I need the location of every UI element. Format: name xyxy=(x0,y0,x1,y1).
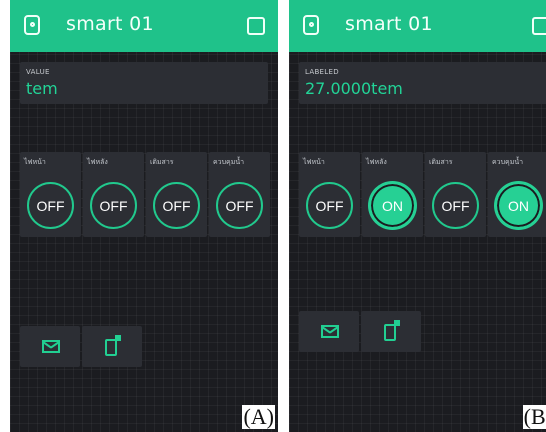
toggle-button[interactable]: OFF xyxy=(432,182,479,229)
figure-caption: (A) xyxy=(242,404,275,429)
app-header: smart 01 xyxy=(10,0,278,52)
switch-label: ไฟหลัง xyxy=(87,158,108,166)
switch-add-substance: เติมสาร OFF xyxy=(425,152,486,237)
value-display-value: 27.0000tem xyxy=(305,79,403,98)
project-title: smart 01 xyxy=(66,13,154,35)
email-widget[interactable] xyxy=(299,311,359,352)
switch-water-control: ควบคุมน้ำ ON xyxy=(488,152,546,237)
switch-add-substance: เติมสาร OFF xyxy=(146,152,207,237)
email-widget[interactable] xyxy=(20,326,80,367)
notification-icon xyxy=(384,320,400,341)
switch-label: ไฟหน้า xyxy=(303,158,325,166)
notification-icon xyxy=(105,335,121,356)
device-icon[interactable] xyxy=(24,15,40,35)
mail-icon xyxy=(321,325,339,338)
value-display-label: VALUE xyxy=(26,68,50,76)
figure-caption: (B) xyxy=(522,405,546,429)
switch-row: ไฟหน้า OFF ไฟหลัง OFF เติมสาร OFF ควบคุม… xyxy=(20,152,270,237)
switch-row: ไฟหน้า OFF ไฟหลัง ON เติมสาร OFF ควบคุมน… xyxy=(299,152,546,237)
toggle-button[interactable]: ON xyxy=(495,182,542,229)
screen-a: smart 01 VALUE tem ไฟหน้า OFF ไฟหลัง OFF… xyxy=(10,0,278,432)
toggle-button[interactable]: OFF xyxy=(153,182,200,229)
square-icon[interactable] xyxy=(247,17,265,35)
notification-widget[interactable] xyxy=(82,326,142,367)
project-title: smart 01 xyxy=(345,13,433,35)
switch-rear-light: ไฟหลัง ON xyxy=(362,152,423,237)
switch-label: เติมสาร xyxy=(429,158,453,166)
labeled-value-display[interactable]: LABELED 27.0000tem xyxy=(299,62,546,104)
toggle-button[interactable]: OFF xyxy=(216,182,263,229)
value-display-label: LABELED xyxy=(305,68,339,76)
switch-front-light: ไฟหน้า OFF xyxy=(20,152,81,237)
toggle-button[interactable]: OFF xyxy=(90,182,137,229)
mail-icon xyxy=(42,340,60,353)
switch-label: เติมสาร xyxy=(150,158,174,166)
toggle-button[interactable]: OFF xyxy=(306,182,353,229)
toggle-button[interactable]: OFF xyxy=(27,182,74,229)
toggle-button[interactable]: ON xyxy=(369,182,416,229)
screen-b: smart 01 LABELED 27.0000tem ไฟหน้า OFF ไ… xyxy=(289,0,546,432)
switch-water-control: ควบคุมน้ำ OFF xyxy=(209,152,270,237)
switch-label: ควบคุมน้ำ xyxy=(213,158,245,166)
value-display-value: tem xyxy=(26,79,58,98)
switch-label: ไฟหน้า xyxy=(24,158,46,166)
notification-widget[interactable] xyxy=(361,311,421,352)
switch-label: ควบคุมน้ำ xyxy=(492,158,524,166)
square-icon[interactable] xyxy=(532,17,546,35)
switch-label: ไฟหลัง xyxy=(366,158,387,166)
switch-front-light: ไฟหน้า OFF xyxy=(299,152,360,237)
device-icon[interactable] xyxy=(303,15,319,35)
app-header: smart 01 xyxy=(289,0,546,52)
value-display[interactable]: VALUE tem xyxy=(20,62,268,104)
switch-rear-light: ไฟหลัง OFF xyxy=(83,152,144,237)
